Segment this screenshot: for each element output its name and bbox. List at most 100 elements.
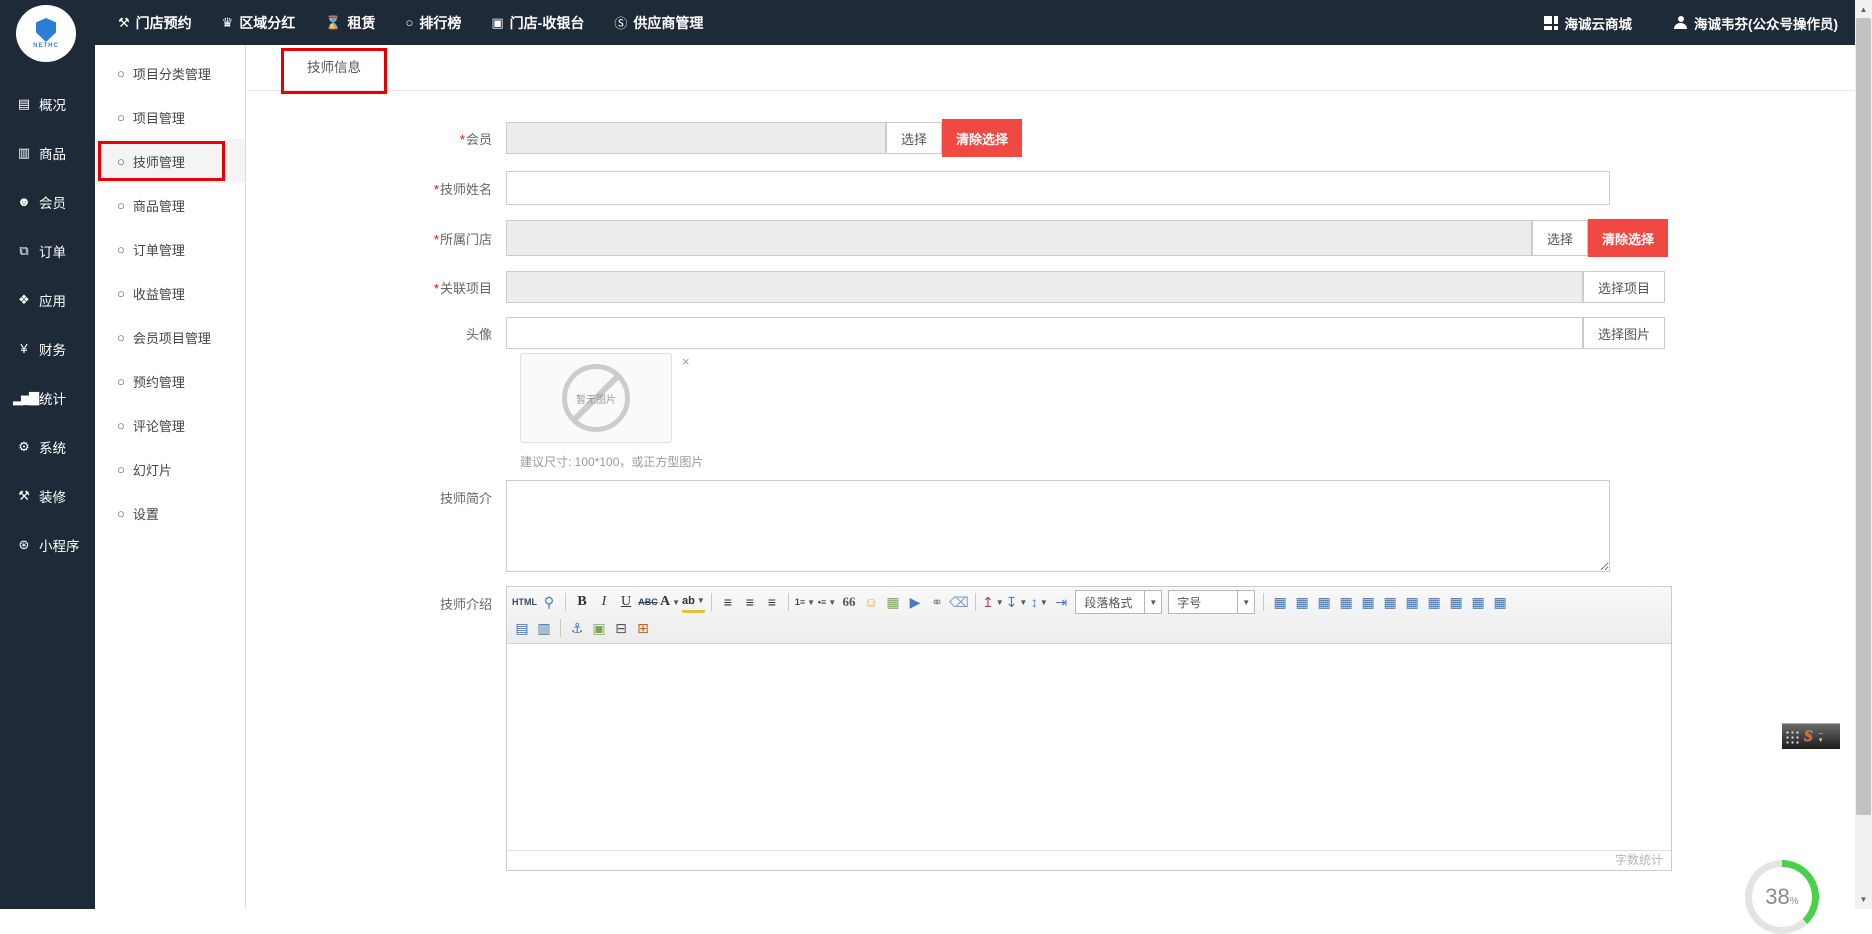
colspan-icon[interactable]: ▥ [534, 617, 554, 639]
project-input[interactable] [506, 271, 1583, 303]
remove-image-button[interactable]: × [682, 355, 690, 368]
bold-icon[interactable]: B [572, 591, 592, 613]
split-cells-icon[interactable]: ▦ [1490, 591, 1510, 613]
rowspan-icon[interactable]: ▤ [512, 617, 532, 639]
margin-top-icon[interactable]: ↥ ▼ [982, 591, 1004, 613]
store-select-button[interactable]: 选择 [1532, 220, 1589, 256]
mall-switcher[interactable]: 海诚云商城 [1543, 13, 1632, 33]
submenu-item-1[interactable]: ○ 项目管理 [95, 95, 245, 139]
print-icon[interactable]: ⊟ [611, 617, 631, 639]
topnav-item-5[interactable]: Ⓢ 供应商管理 [614, 13, 703, 33]
insert-col-right-icon[interactable]: ▦ [1380, 591, 1400, 613]
font-color-icon[interactable]: A ▼ [660, 591, 680, 613]
merge-cells-icon[interactable]: ▦ [1468, 591, 1488, 613]
sogou-input-bar[interactable]: S – ▾ [1782, 723, 1840, 749]
submenu-item-4[interactable]: ○ 订单管理 [95, 227, 245, 271]
align-right-icon[interactable]: ≡ [762, 591, 782, 613]
html-source-icon[interactable]: HTML [512, 591, 537, 613]
paste-icon[interactable]: ⊞ [633, 617, 653, 639]
scrollbar-down-arrow[interactable]: ▼ [1855, 891, 1872, 907]
ordered-list-icon-glyph: 1≡ [794, 597, 806, 607]
topnav-item-4[interactable]: ▣ 门店-收银台 [491, 13, 584, 33]
delete-row-icon[interactable]: ▦ [1402, 591, 1422, 613]
sogou-minimize-icon[interactable]: – [1819, 730, 1823, 737]
italic-icon[interactable]: I [594, 591, 614, 613]
intro-textarea[interactable] [506, 480, 1610, 572]
blockquote-icon[interactable]: 66 [839, 591, 859, 613]
anchor-icon[interactable]: ⚓ [567, 617, 587, 639]
insert-col-left-icon[interactable]: ▦ [1358, 591, 1378, 613]
submenu-item-8[interactable]: ○ 评论管理 [95, 403, 245, 447]
topnav-item-2[interactable]: ⌛ 租赁 [325, 13, 375, 33]
insert-row-above-icon[interactable]: ▦ [1336, 591, 1356, 613]
avatar-select-button[interactable]: 选择图片 [1583, 317, 1666, 349]
sidebar-item-0[interactable]: ▤ 概况 [0, 79, 95, 128]
sidebar-item-5[interactable]: ¥ 财务 [0, 324, 95, 373]
store-clear-button[interactable]: 清除选择 [1588, 219, 1669, 257]
submenu-item-7[interactable]: ○ 预约管理 [95, 359, 245, 403]
member-select-button[interactable]: 选择 [886, 122, 943, 154]
avatar-url-input[interactable] [506, 317, 1583, 349]
project-select-button[interactable]: 选择项目 [1583, 271, 1666, 303]
unordered-list-icon[interactable]: •≡ ▼ [817, 591, 837, 613]
member-input[interactable] [506, 122, 886, 154]
sidebar-item-6[interactable]: ▂▅▇ 统计 [0, 373, 95, 422]
topnav-item-1[interactable]: ♛ 区域分红 [222, 13, 296, 33]
submenu-item-9[interactable]: ○ 幻灯片 [95, 447, 245, 491]
table-prop-icon[interactable]: ▦ [1314, 591, 1334, 613]
remove-format-icon[interactable]: ⌫ [949, 591, 969, 613]
sidebar-item-9[interactable]: ⊛ 小程序 [0, 520, 95, 569]
sidebar-item-label: 财务 [39, 342, 66, 358]
html-source-icon-glyph: HTML [512, 597, 537, 607]
sidebar-item-2[interactable]: ☻ 会员 [0, 177, 95, 226]
scrollbar-up-arrow[interactable]: ▲ [1855, 1, 1872, 17]
highlight-color-icon[interactable]: ab ▼ [682, 592, 705, 613]
paragraph-format-select[interactable]: 段落格式 ▼ [1075, 590, 1163, 614]
line-height-icon[interactable]: ↕ ▼ [1029, 591, 1049, 613]
page-scrollbar[interactable]: ▲ ▼ [1855, 0, 1872, 909]
ordered-list-icon[interactable]: 1≡ ▼ [795, 591, 815, 613]
delete-table-icon[interactable]: ▦ [1292, 591, 1312, 613]
insert-table-icon[interactable]: ▦ [1270, 591, 1290, 613]
strikethrough-icon[interactable]: ABC [638, 591, 658, 613]
sogou-expand-icon[interactable]: ▾ [1819, 737, 1823, 744]
topnav-item-3[interactable]: ○ 排行榜 [406, 13, 462, 33]
sidebar-item-4[interactable]: ❖ 应用 [0, 275, 95, 324]
logo[interactable]: NETHC [16, 5, 76, 62]
emoticon-icon[interactable]: ☺ [861, 591, 881, 613]
editor-content-area[interactable] [507, 644, 1671, 850]
insert-media-icon[interactable]: ▶ [905, 591, 925, 613]
technician-name-input[interactable] [506, 171, 1610, 205]
submenu-item-3[interactable]: ○ 商品管理 [95, 183, 245, 227]
indent-icon[interactable]: ⇥ [1051, 591, 1071, 613]
margin-bottom-icon[interactable]: ↧ ▼ [1006, 591, 1028, 613]
tab-technician-info[interactable]: 技师信息 [281, 45, 387, 94]
font-size-select[interactable]: 字号 ▼ [1168, 590, 1256, 614]
insert-image-icon[interactable]: ▦ [883, 591, 903, 613]
align-center-icon[interactable]: ≡ [740, 591, 760, 613]
image-map-icon[interactable]: ▣ [589, 617, 609, 639]
sogou-logo-icon[interactable]: S [1804, 728, 1813, 746]
submenu-item-0[interactable]: ○ 项目分类管理 [95, 51, 245, 95]
select-table-icon[interactable]: ▦ [1446, 591, 1466, 613]
sidebar-item-1[interactable]: ▥ 商品 [0, 128, 95, 177]
sidebar-item-7[interactable]: ⚙ 系统 [0, 422, 95, 471]
account-menu[interactable]: 海诚韦芬(公众号操作员) [1674, 13, 1838, 33]
sogou-drag-handle-icon[interactable] [1785, 729, 1801, 744]
submenu-item-5[interactable]: ○ 收益管理 [95, 271, 245, 315]
submenu-item-6[interactable]: ○ 会员项目管理 [95, 315, 245, 359]
submenu-item-2[interactable]: ○ 技师管理 [95, 139, 245, 183]
scroll-progress-widget[interactable]: 38% [1745, 860, 1819, 934]
topnav-item-0[interactable]: ⚒ 门店预约 [118, 13, 192, 33]
member-clear-button[interactable]: 清除选择 [942, 119, 1023, 157]
underline-icon[interactable]: U [616, 591, 636, 613]
preview-icon[interactable]: ⚲ [539, 591, 559, 613]
sidebar-item-3[interactable]: ⧉ 订单 [0, 226, 95, 275]
sidebar-item-8[interactable]: ⚒ 装修 [0, 471, 95, 520]
align-left-icon[interactable]: ≡ [718, 591, 738, 613]
scrollbar-thumb[interactable] [1856, 18, 1871, 815]
store-input[interactable] [506, 220, 1532, 256]
delete-col-icon[interactable]: ▦ [1424, 591, 1444, 613]
submenu-item-10[interactable]: ○ 设置 [95, 491, 245, 535]
hyperlink-icon[interactable]: ⚭ [927, 591, 947, 613]
